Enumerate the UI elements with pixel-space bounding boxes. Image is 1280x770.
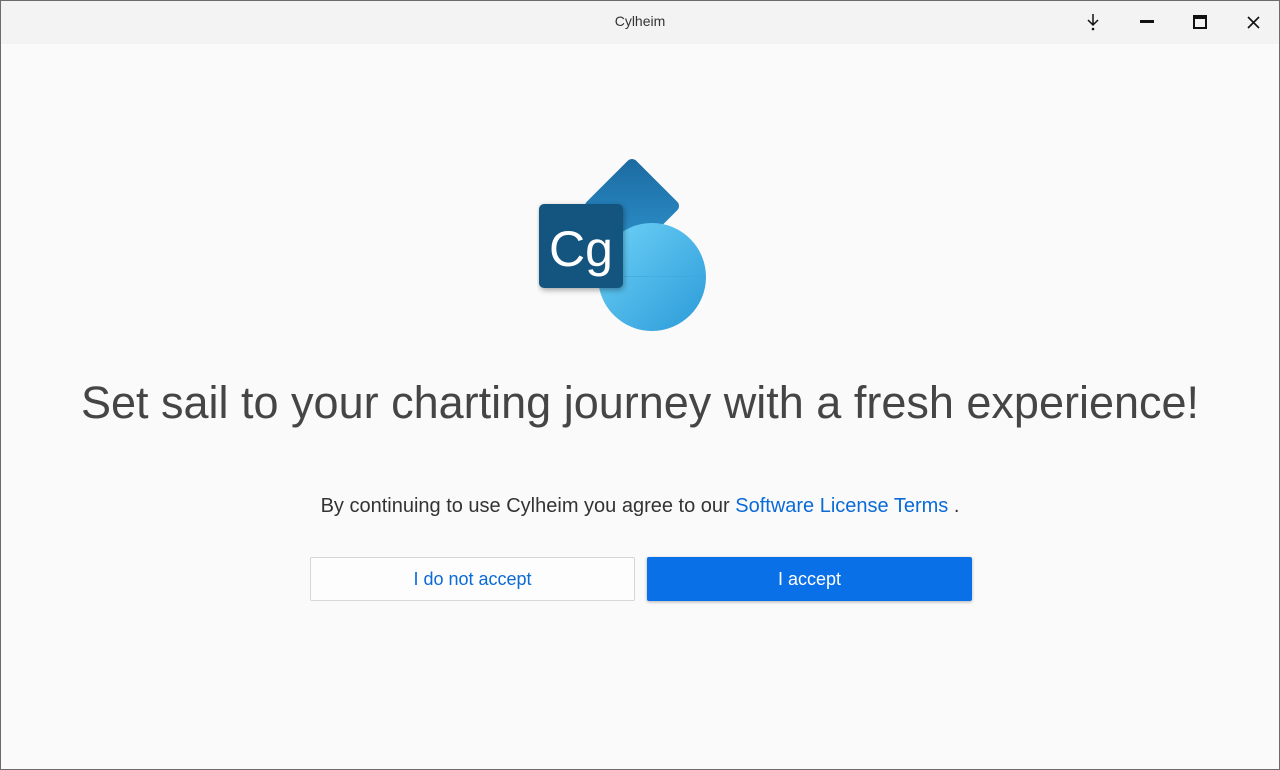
page-headline: Set sail to your charting journey with a… [80,377,1200,428]
download-icon[interactable] [1073,7,1113,37]
minimize-button[interactable] [1127,7,1167,37]
license-terms-link[interactable]: Software License Terms [735,495,948,517]
agreement-text: By continuing to use Cylheim you agree t… [1,495,1279,518]
agreement-prefix: By continuing to use Cylheim you agree t… [320,495,736,517]
accept-button[interactable]: I accept [647,557,972,601]
logo-text: Cg [549,221,613,277]
title-bar: Cylheim [1,1,1279,44]
cylheim-logo: Cg [539,159,706,331]
agreement-suffix: . [948,495,960,517]
decline-button[interactable]: I do not accept [310,557,635,601]
close-button[interactable] [1233,7,1273,37]
maximize-button[interactable] [1180,7,1220,37]
